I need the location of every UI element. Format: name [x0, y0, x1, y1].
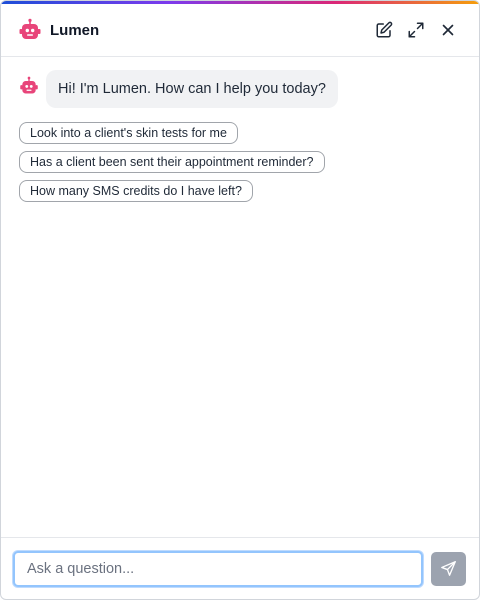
expand-icon: [408, 22, 424, 38]
bot-message: Hi! I'm Lumen. How can I help you today?: [19, 70, 461, 108]
robot-icon: [19, 18, 41, 39]
close-button[interactable]: [435, 17, 461, 43]
question-input[interactable]: [13, 550, 423, 587]
expand-button[interactable]: [403, 17, 429, 43]
robot-icon: [20, 76, 38, 94]
chat-header: Lumen: [1, 4, 479, 57]
suggestion-chip-sms-credits[interactable]: How many SMS credits do I have left?: [19, 180, 253, 202]
composer: [1, 537, 479, 599]
chat-title: Lumen: [50, 21, 100, 39]
chat-panel: Lumen Hi! I'm Lumen. How can I help you …: [0, 0, 480, 600]
suggestion-list: Look into a client's skin tests for me H…: [19, 122, 461, 209]
edit-icon: [376, 21, 393, 38]
message-bubble: Hi! I'm Lumen. How can I help you today?: [46, 70, 338, 108]
send-button[interactable]: [431, 551, 466, 586]
send-icon: [441, 561, 456, 576]
new-chat-button[interactable]: [371, 17, 397, 43]
suggestion-chip-skin-tests[interactable]: Look into a client's skin tests for me: [19, 122, 238, 144]
suggestion-chip-appointment-reminder[interactable]: Has a client been sent their appointment…: [19, 151, 325, 173]
close-icon: [442, 24, 454, 36]
message-list: Hi! I'm Lumen. How can I help you today?…: [1, 58, 479, 537]
